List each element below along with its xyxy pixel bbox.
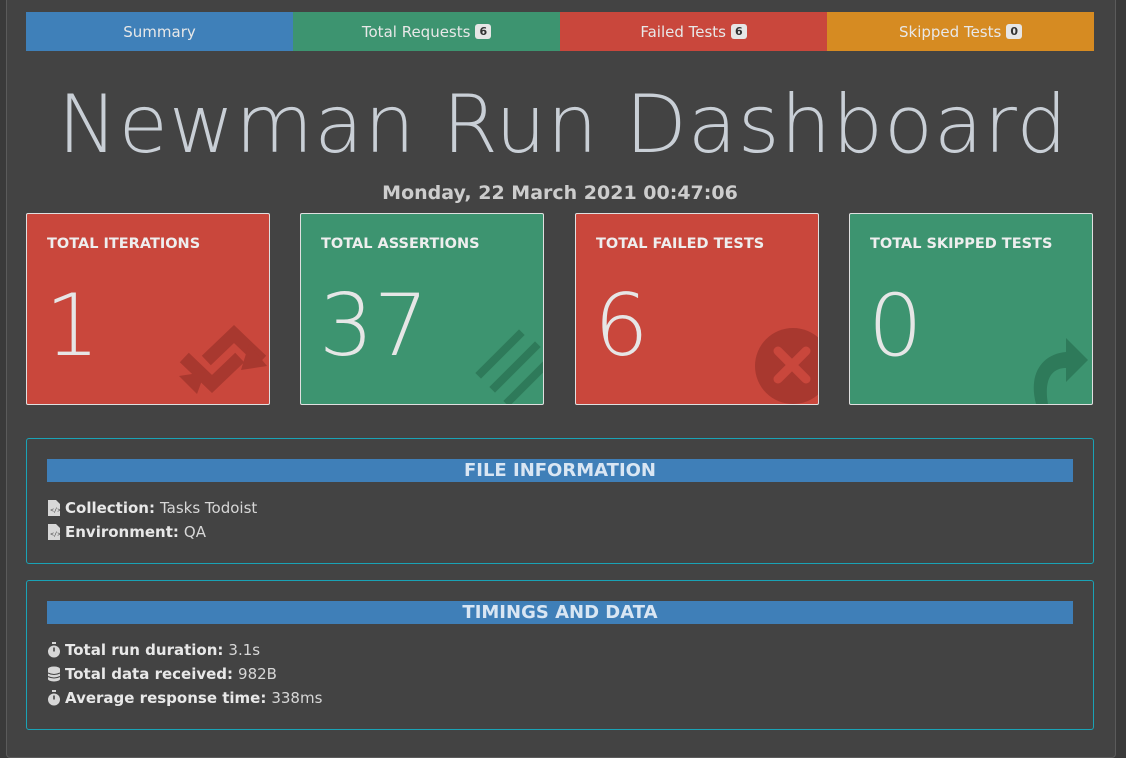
run-date: Monday, 22 March 2021 00:47:06 xyxy=(382,182,738,204)
tab-skipped-tests-badge: 0 xyxy=(1006,24,1022,39)
times-circle-icon xyxy=(755,328,818,404)
card-value: 1 xyxy=(45,276,100,376)
tab-failed-tests-label: Failed Tests xyxy=(640,22,726,41)
card-label: TOTAL FAILED TESTS xyxy=(596,236,765,252)
card-total-assertions: TOTAL ASSERTIONS 37 xyxy=(300,213,544,405)
card-value: 0 xyxy=(868,276,923,376)
environment-label: Environment: xyxy=(65,523,179,541)
card-label: TOTAL ASSERTIONS xyxy=(321,236,480,252)
card-value: 6 xyxy=(594,276,649,376)
file-code-icon: </> xyxy=(48,524,61,540)
timings-heading: TIMINGS AND DATA xyxy=(47,601,1073,624)
response-time-label: Average response time: xyxy=(65,689,267,707)
stopwatch-icon xyxy=(48,690,60,706)
data-received-value: 982B xyxy=(238,665,277,683)
collection-label: Collection: xyxy=(65,499,155,517)
collection-value: Tasks Todoist xyxy=(159,499,258,517)
tab-total-requests-badge: 6 xyxy=(475,24,492,39)
file-code-icon: </> xyxy=(48,500,61,516)
data-received-row: Total data received: 982B xyxy=(47,665,277,683)
sync-icon xyxy=(179,325,267,394)
duration-value: 3.1s xyxy=(228,641,261,659)
tab-summary-label: Summary xyxy=(123,22,196,41)
nav-tabs: Summary Total Requests 6 Failed Tests 6 … xyxy=(26,12,1094,51)
tab-total-requests-label: Total Requests xyxy=(361,22,471,41)
duration-label: Total run duration: xyxy=(65,641,224,659)
duration-row: Total run duration: 3.1s xyxy=(47,641,260,659)
database-icon xyxy=(47,666,61,682)
page-title: Newman Run Dashboard xyxy=(57,78,1069,171)
svg-text:</>: </> xyxy=(50,507,61,514)
environment-row: </> Environment: QA xyxy=(47,523,206,541)
file-information-heading: FILE INFORMATION xyxy=(47,459,1073,482)
response-time-row: Average response time: 338ms xyxy=(47,689,322,707)
card-value: 37 xyxy=(319,276,429,376)
tab-skipped-tests-label: Skipped Tests xyxy=(899,22,1002,41)
card-total-iterations: TOTAL ITERATIONS 1 xyxy=(26,213,270,405)
timings-panel: TIMINGS AND DATA Total run duration: 3.1… xyxy=(26,580,1094,730)
card-total-failed-tests: TOTAL FAILED TESTS 6 xyxy=(575,213,819,405)
collection-row: </> Collection: Tasks Todoist xyxy=(47,499,257,517)
data-received-label: Total data received: xyxy=(65,665,234,683)
environment-value: QA xyxy=(183,523,206,541)
stopwatch-icon xyxy=(48,642,60,658)
card-label: TOTAL SKIPPED TESTS xyxy=(870,236,1053,252)
share-arrow-icon xyxy=(1033,338,1088,404)
card-label: TOTAL ITERATIONS xyxy=(47,236,201,252)
svg-text:</>: </> xyxy=(50,531,61,538)
card-total-skipped-tests: TOTAL SKIPPED TESTS 0 xyxy=(849,213,1093,405)
file-information-panel: FILE INFORMATION </> Collection: Tasks T… xyxy=(26,438,1094,564)
tab-skipped-tests[interactable]: Skipped Tests 0 xyxy=(827,12,1094,51)
response-time-value: 338ms xyxy=(271,689,323,707)
tab-summary[interactable]: Summary xyxy=(26,12,293,51)
tab-failed-tests[interactable]: Failed Tests 6 xyxy=(560,12,827,51)
stream-icon xyxy=(475,329,543,404)
tab-total-requests[interactable]: Total Requests 6 xyxy=(293,12,560,51)
tab-failed-tests-badge: 6 xyxy=(731,24,747,39)
